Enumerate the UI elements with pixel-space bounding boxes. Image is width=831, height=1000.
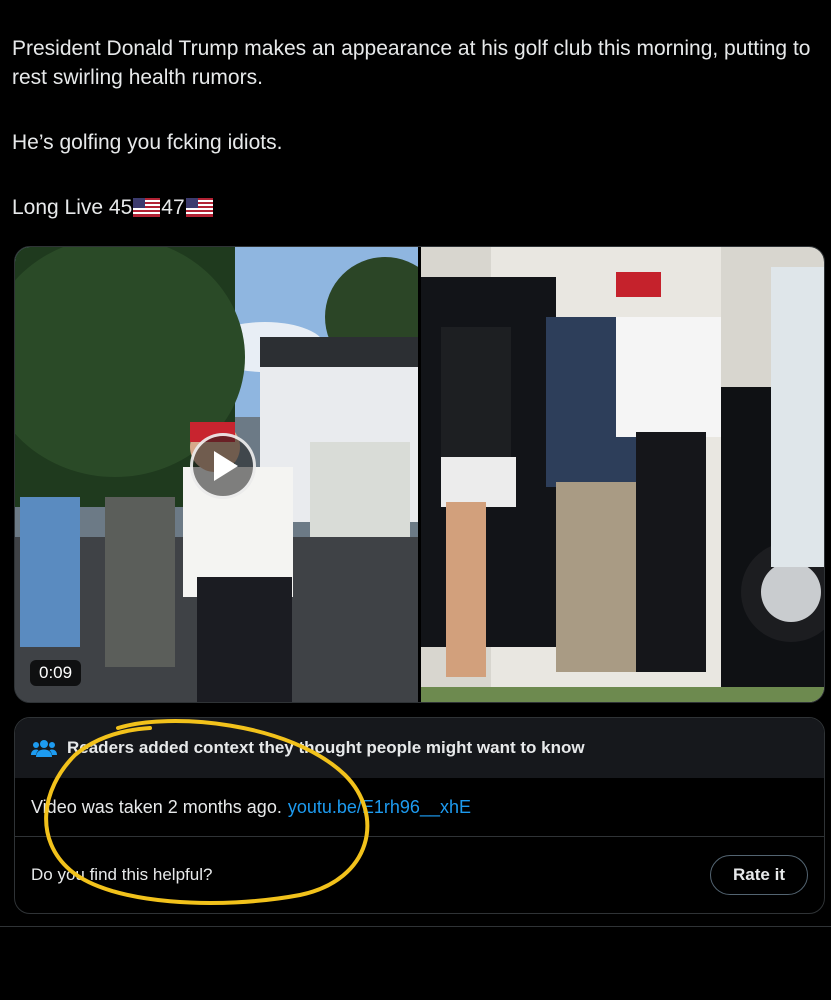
long-live-text: Long Live 45 [12,196,133,219]
us-flag-icon [185,198,213,217]
rate-it-button[interactable]: Rate it [710,855,808,895]
note-header: Readers added context they thought peopl… [15,718,824,778]
tweet-paragraph-2: He’s golfing you fcking idiots. [12,131,283,154]
people-icon [31,740,57,757]
note-footer: Do you find this helpful? Rate it [15,837,824,913]
play-icon [214,451,238,481]
helpful-question: Do you find this helpful? [31,865,213,884]
video-duration-badge: 0:09 [30,660,82,686]
forty-seven-text: 47 [161,196,185,219]
tweet-paragraph-3: Long Live 45 47 [12,193,812,222]
media-grid: 0:09 [14,246,825,703]
video-thumbnail[interactable]: 0:09 [15,247,418,702]
play-button[interactable] [190,433,256,499]
photo-thumbnail[interactable] [421,247,824,702]
bottom-divider [0,926,831,927]
note-source-link[interactable]: youtu.be/E1rh96__xhE [288,797,471,818]
note-header-text: Readers added context they thought peopl… [67,738,585,757]
tweet-text: President Donald Trump makes an appearan… [12,34,812,222]
tweet-paragraph-1: President Donald Trump makes an appearan… [12,37,811,89]
note-body: Video was taken 2 months ago. youtu.be/E… [15,778,824,837]
note-body-text: Video was taken 2 months ago. [31,796,282,817]
community-note: Readers added context they thought peopl… [14,717,825,914]
steps-photo-image [421,247,824,702]
us-flag-icon [133,198,161,217]
